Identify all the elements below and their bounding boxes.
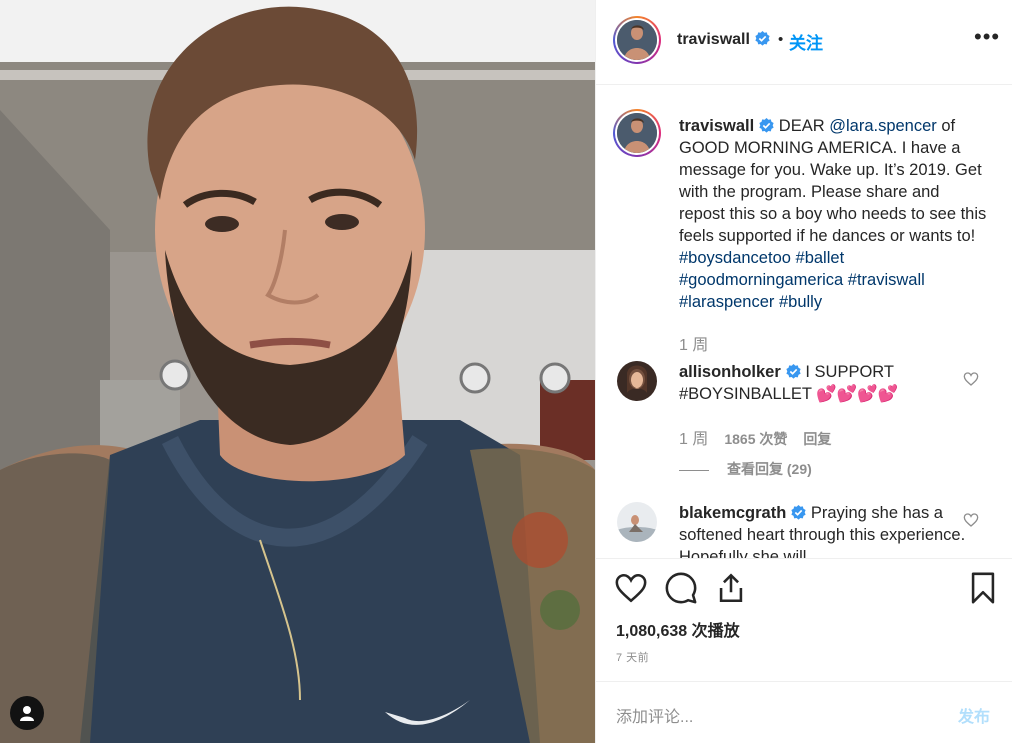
comments-list[interactable]: traviswall DEAR @lara.spencer of GOOD MO…	[596, 85, 1012, 558]
post-photo[interactable]	[0, 0, 595, 743]
post-timestamp[interactable]: 7 天前	[616, 649, 649, 665]
comment-text: allisonholker I SUPPORT #BOYSINBALLET 💕💕…	[679, 361, 969, 405]
hashtag-link[interactable]: #traviswall	[848, 271, 925, 289]
hashtag-link[interactable]: #goodmorningamerica	[679, 271, 843, 289]
caption-story-ring[interactable]	[613, 109, 661, 157]
caption-time[interactable]: 1 周	[679, 331, 708, 355]
post-actions: 1,080,638 次播放 7 天前 添加评论... 发布	[596, 558, 1012, 744]
add-comment-bar: 添加评论... 发布	[596, 681, 1012, 745]
verified-icon	[759, 118, 774, 133]
comment-username[interactable]: blakemcgrath	[679, 504, 786, 522]
separator-dot: •	[778, 31, 784, 48]
more-options-icon[interactable]: •••	[974, 24, 1000, 50]
comment-avatar[interactable]	[617, 502, 657, 542]
verified-icon	[755, 31, 770, 46]
replies-divider	[679, 469, 709, 471]
bookmark-icon[interactable]	[966, 571, 1000, 605]
view-replies-button[interactable]: 查看回复 (29)	[679, 459, 812, 479]
caption-avatar	[617, 113, 657, 153]
comment-icon[interactable]	[664, 571, 698, 605]
hashtag-link[interactable]: #ballet	[796, 249, 845, 267]
avatar	[617, 20, 657, 60]
verified-icon	[786, 364, 801, 379]
portrait-image	[0, 0, 595, 743]
comment-text: blakemcgrath Praying she has a softened …	[679, 502, 969, 558]
header-username[interactable]: traviswall	[677, 31, 770, 49]
username-link[interactable]: traviswall	[677, 31, 750, 48]
follow-button[interactable]: 关注	[789, 29, 823, 54]
heart-emoji: 💕💕💕💕	[816, 385, 899, 403]
verified-icon	[791, 505, 806, 520]
caption-text: traviswall DEAR @lara.spencer of GOOD MO…	[679, 115, 989, 313]
comment-likes[interactable]: 1865 次赞	[724, 431, 787, 447]
caption-body: of GOOD MORNING AMERICA. I have a messag…	[679, 117, 987, 245]
reply-button[interactable]: 回复	[803, 431, 831, 447]
hashtag-link[interactable]: #boysdancetoo	[679, 249, 791, 267]
caption-body-start: DEAR	[774, 117, 830, 135]
comment-time[interactable]: 1 周	[679, 431, 708, 448]
user-tag-icon	[20, 706, 34, 721]
post-comment-button[interactable]: 发布	[958, 703, 990, 727]
mention-link[interactable]: @lara.spencer	[829, 117, 937, 135]
user-tag-button[interactable]	[10, 696, 44, 730]
caption-username[interactable]: traviswall	[679, 117, 754, 135]
comment-meta: 1 周 1865 次赞 回复	[679, 425, 847, 449]
comment-avatar[interactable]	[617, 361, 657, 401]
heart-icon[interactable]	[963, 512, 979, 528]
hashtag-link[interactable]: #bully	[779, 293, 822, 311]
story-ring[interactable]	[613, 16, 661, 64]
share-icon[interactable]	[714, 571, 748, 605]
view-replies-label[interactable]: 查看回复 (29)	[727, 461, 812, 477]
post-header: traviswall • 关注 •••	[596, 0, 1012, 85]
heart-icon[interactable]	[963, 371, 979, 387]
post-side-panel: traviswall • 关注 ••• traviswall DEAR @lar…	[595, 0, 1012, 743]
heart-icon[interactable]	[614, 571, 648, 605]
comment-input[interactable]: 添加评论...	[616, 703, 693, 727]
comment-username[interactable]: allisonholker	[679, 363, 781, 381]
hashtag-link[interactable]: #laraspencer	[679, 293, 774, 311]
play-count[interactable]: 1,080,638 次播放	[616, 617, 740, 641]
